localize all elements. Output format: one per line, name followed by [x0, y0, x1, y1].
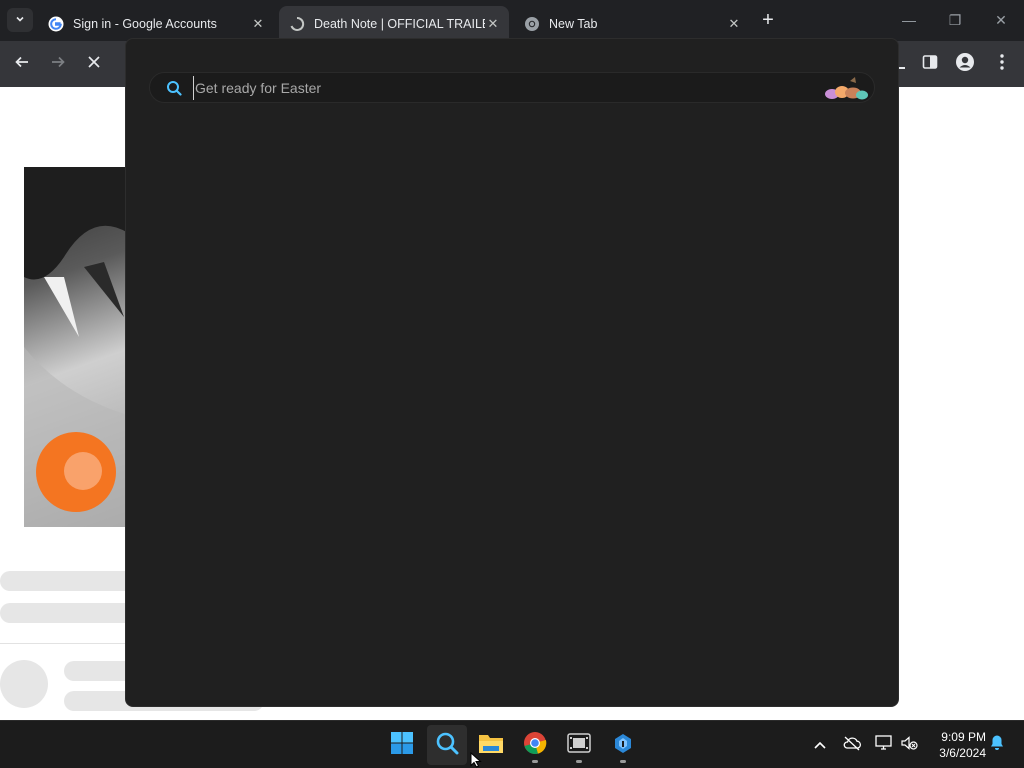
tab-title: Death Note | OFFICIAL TRAILER: [314, 16, 485, 31]
search-box[interactable]: [149, 72, 875, 103]
restore-button[interactable]: ❐: [943, 8, 967, 32]
tab-google-accounts[interactable]: Sign in - Google Accounts ✕: [38, 6, 274, 41]
chrome-taskbar-button[interactable]: [515, 725, 555, 765]
arrow-left-icon: [15, 55, 29, 74]
cloud-off-icon: [842, 735, 862, 754]
skeleton-line: [0, 603, 140, 623]
mouse-cursor-icon: [470, 751, 482, 768]
running-indicator: [620, 760, 626, 763]
windows-logo-icon: [390, 731, 414, 760]
more-vertical-icon: [1000, 53, 1004, 75]
chevron-down-icon: [15, 14, 25, 27]
stop-loading-button[interactable]: [81, 51, 107, 77]
film-icon: [567, 732, 591, 759]
tab-death-note-trailer[interactable]: Death Note | OFFICIAL TRAILER ✕: [279, 6, 509, 41]
speaker-muted-icon: [900, 735, 918, 754]
desktop-screen: Sign in - Google Accounts ✕ Death Note |…: [0, 0, 1024, 768]
chrome-icon: [524, 16, 540, 32]
forward-button[interactable]: [45, 51, 71, 77]
onedrive-offline-button[interactable]: [841, 733, 863, 755]
chrome-icon: [523, 731, 547, 760]
tool-app-button[interactable]: [603, 725, 643, 765]
side-panel-button[interactable]: [917, 51, 943, 77]
close-icon[interactable]: ✕: [726, 16, 742, 32]
google-g-icon: [48, 16, 64, 32]
skeleton-avatar: [0, 660, 48, 708]
back-button[interactable]: [9, 51, 35, 77]
media-app-button[interactable]: [559, 725, 599, 765]
tool-icon: [611, 731, 635, 760]
volume-muted-button[interactable]: [898, 733, 920, 755]
show-hidden-icons-button[interactable]: [809, 733, 831, 755]
divider: [0, 643, 140, 644]
start-button[interactable]: [382, 725, 422, 765]
close-icon[interactable]: ✕: [250, 16, 266, 32]
tab-new-tab[interactable]: New Tab ✕: [514, 6, 750, 41]
skeleton-line: [0, 571, 140, 591]
windows-search-flyout: [125, 38, 899, 707]
loading-spinner-icon: [289, 16, 305, 32]
browser-menu-button[interactable]: [989, 51, 1015, 77]
profile-button[interactable]: [952, 51, 978, 77]
taskbar-search-button[interactable]: [427, 725, 467, 765]
close-icon[interactable]: ✕: [485, 16, 501, 32]
browser-tab-strip: Sign in - Google Accounts ✕ Death Note |…: [0, 0, 1024, 41]
crunchyroll-logo: [36, 432, 116, 512]
bell-icon: [989, 734, 1005, 754]
arrow-right-icon: [51, 55, 65, 74]
chevron-up-icon: [814, 737, 826, 752]
tab-search-button[interactable]: [7, 8, 33, 32]
search-input[interactable]: [193, 75, 822, 100]
tab-title: New Tab: [549, 16, 598, 31]
easter-eggs-icon: [822, 75, 870, 101]
taskbar-clock[interactable]: 9:09 PM 3/6/2024: [926, 729, 986, 761]
profile-avatar-icon: [955, 52, 975, 77]
tab-title: Sign in - Google Accounts: [73, 16, 217, 31]
new-tab-button[interactable]: +: [756, 8, 780, 32]
close-icon: [88, 55, 100, 73]
side-panel-icon: [922, 54, 938, 75]
search-icon: [435, 731, 459, 760]
close-window-button[interactable]: ✕: [989, 8, 1013, 32]
network-status-button[interactable]: [873, 733, 895, 755]
minimize-button[interactable]: —: [897, 8, 921, 32]
notifications-button[interactable]: [986, 733, 1008, 755]
windows-taskbar: 9:09 PM 3/6/2024: [0, 720, 1024, 768]
video-thumbnail[interactable]: [24, 167, 134, 527]
network-disconnected-icon: [874, 734, 894, 755]
clock-time: 9:09 PM: [941, 730, 986, 744]
clock-date: 3/6/2024: [939, 746, 986, 760]
running-indicator: [576, 760, 582, 763]
running-indicator: [532, 760, 538, 763]
search-icon: [164, 78, 184, 98]
